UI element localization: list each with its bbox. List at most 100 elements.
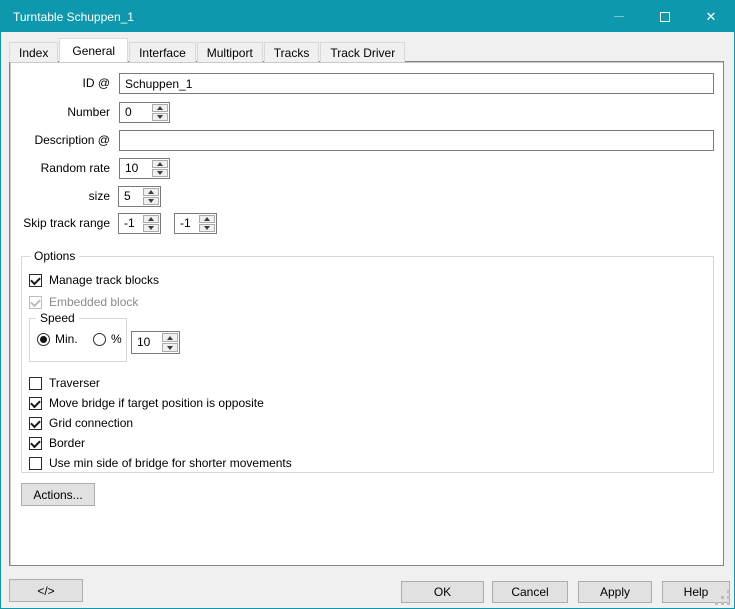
- id-input[interactable]: [119, 73, 714, 94]
- arrow-down-icon: [157, 115, 163, 119]
- tab-track-driver[interactable]: Track Driver: [320, 42, 405, 62]
- tab-index-label: Index: [19, 46, 48, 60]
- skip1-spin-buttons: [143, 215, 159, 232]
- cancel-button-label: Cancel: [511, 585, 548, 599]
- size-spinner[interactable]: 5: [118, 186, 161, 207]
- random-rate-spin-buttons: [152, 160, 168, 177]
- close-icon: ✕: [706, 10, 717, 23]
- grid-connection-checkbox[interactable]: Grid connection: [29, 416, 133, 430]
- skip2-spin-buttons: [199, 215, 215, 232]
- border-checkbox[interactable]: Border: [29, 436, 85, 450]
- maximize-button[interactable]: [642, 1, 688, 32]
- skip1-spin-up[interactable]: [143, 215, 159, 223]
- tab-interface[interactable]: Interface: [129, 42, 196, 62]
- number-spin-up[interactable]: [152, 104, 168, 112]
- ok-button-label: OK: [434, 585, 451, 599]
- options-groupbox: Options: [21, 256, 714, 473]
- arrow-down-icon: [167, 346, 173, 350]
- ok-button[interactable]: OK: [401, 581, 484, 603]
- use-min-side-checkbox[interactable]: Use min side of bridge for shorter movem…: [29, 456, 292, 470]
- move-bridge-checkbox[interactable]: Move bridge if target position is opposi…: [29, 396, 264, 410]
- speed-min-radio[interactable]: Min.: [37, 332, 78, 346]
- skip-track-range-value-2: -1: [180, 214, 191, 233]
- number-value: 0: [125, 103, 132, 122]
- size-value: 5: [124, 187, 131, 206]
- code-button[interactable]: </>: [9, 579, 83, 602]
- random-rate-spin-down[interactable]: [152, 169, 168, 177]
- random-rate-spin-up[interactable]: [152, 160, 168, 168]
- speed-percent-label: %: [111, 332, 122, 346]
- cancel-button[interactable]: Cancel: [492, 581, 568, 603]
- minimize-button[interactable]: [596, 1, 642, 32]
- speed-spin-buttons: [162, 333, 178, 352]
- tab-general-label: General: [72, 44, 115, 58]
- skip-track-range-label: Skip track range: [10, 213, 110, 234]
- size-spin-up[interactable]: [143, 188, 159, 196]
- speed-min-label: Min.: [55, 332, 78, 346]
- number-label: Number: [10, 102, 110, 123]
- window-title: Turntable Schuppen_1: [1, 10, 134, 24]
- description-input[interactable]: [119, 130, 714, 151]
- tab-index[interactable]: Index: [9, 42, 58, 62]
- actions-button[interactable]: Actions...: [21, 483, 95, 506]
- tab-track-driver-label: Track Driver: [330, 46, 395, 60]
- close-button[interactable]: ✕: [688, 1, 734, 32]
- arrow-up-icon: [204, 217, 210, 221]
- actions-button-label: Actions...: [33, 488, 82, 502]
- arrow-up-icon: [157, 106, 163, 110]
- title-bar: Turntable Schuppen_1 ✕: [1, 1, 734, 32]
- code-button-label: </>: [37, 584, 54, 598]
- speed-legend: Speed: [36, 311, 79, 326]
- traverser-checkbox[interactable]: Traverser: [29, 376, 100, 390]
- number-spin-down[interactable]: [152, 113, 168, 121]
- radio-icon: [93, 333, 106, 346]
- border-label: Border: [49, 436, 85, 450]
- number-spinner[interactable]: 0: [119, 102, 170, 123]
- arrow-down-icon: [157, 171, 163, 175]
- arrow-up-icon: [157, 162, 163, 166]
- tab-tracks[interactable]: Tracks: [264, 42, 320, 62]
- resize-grip[interactable]: [716, 590, 730, 604]
- size-spin-down[interactable]: [143, 197, 159, 205]
- tab-general[interactable]: General: [59, 38, 128, 62]
- speed-value: 10: [137, 332, 150, 353]
- grid-connection-label: Grid connection: [49, 416, 133, 430]
- arrow-up-icon: [167, 336, 173, 340]
- id-label: ID @: [10, 73, 110, 94]
- random-rate-spinner[interactable]: 10: [119, 158, 170, 179]
- traverser-label: Traverser: [49, 376, 100, 390]
- caption-buttons: ✕: [596, 1, 734, 32]
- speed-spin-down[interactable]: [162, 343, 178, 352]
- apply-button[interactable]: Apply: [578, 581, 652, 603]
- manage-track-blocks-label: Manage track blocks: [49, 273, 159, 287]
- tab-multiport-label: Multiport: [207, 46, 253, 60]
- speed-percent-radio[interactable]: %: [93, 332, 122, 346]
- size-label: size: [10, 186, 110, 207]
- checkbox-icon: [29, 397, 42, 410]
- minimize-icon: [614, 16, 624, 17]
- speed-value-spinner[interactable]: 10: [131, 331, 180, 354]
- checkbox-icon: [29, 437, 42, 450]
- size-spin-buttons: [143, 188, 159, 205]
- skip-track-range-spinner-2[interactable]: -1: [174, 213, 217, 234]
- radio-icon: [37, 333, 50, 346]
- skip1-spin-down[interactable]: [143, 224, 159, 232]
- skip2-spin-down[interactable]: [199, 224, 215, 232]
- arrow-up-icon: [148, 190, 154, 194]
- apply-button-label: Apply: [600, 585, 630, 599]
- checkbox-icon: [29, 377, 42, 390]
- arrow-down-icon: [204, 226, 210, 230]
- arrow-down-icon: [148, 226, 154, 230]
- skip2-spin-up[interactable]: [199, 215, 215, 223]
- help-button-label: Help: [684, 585, 709, 599]
- skip-track-range-value-1: -1: [124, 214, 135, 233]
- speed-spin-up[interactable]: [162, 333, 178, 342]
- checkbox-icon: [29, 296, 42, 309]
- skip-track-range-spinner-1[interactable]: -1: [118, 213, 161, 234]
- manage-track-blocks-checkbox[interactable]: Manage track blocks: [29, 273, 159, 287]
- maximize-icon: [660, 12, 670, 22]
- embedded-block-checkbox: Embedded block: [29, 295, 138, 309]
- tab-multiport[interactable]: Multiport: [197, 42, 263, 62]
- number-spin-buttons: [152, 104, 168, 121]
- description-label: Description @: [10, 130, 110, 151]
